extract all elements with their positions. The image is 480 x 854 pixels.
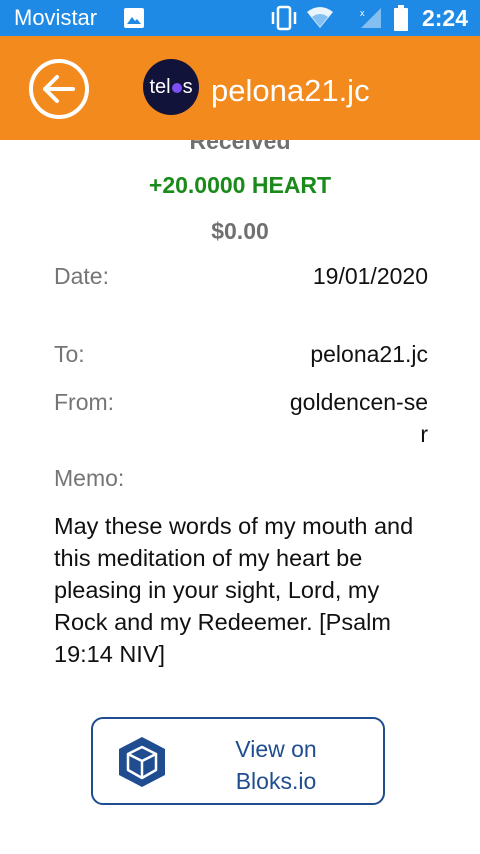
app-bar: tel s pelona21.jc xyxy=(0,36,480,140)
wifi-icon xyxy=(307,7,333,28)
signal-icon: x xyxy=(360,8,381,28)
token-amount: +20.0000 HEART xyxy=(148,172,332,198)
from-label: From: xyxy=(54,389,115,415)
date-label: Date: xyxy=(54,263,109,289)
vibrate-icon xyxy=(271,5,297,31)
transaction-type: Received xyxy=(189,140,291,154)
image-icon xyxy=(124,8,144,28)
usd-value: $0.00 xyxy=(211,218,269,244)
logo-text-left: tel xyxy=(149,75,171,98)
account-title: pelona21.jc xyxy=(211,73,370,108)
battery-icon xyxy=(394,5,408,31)
status-bar: Movistar x 2:24 xyxy=(0,0,480,36)
back-arrow-icon[interactable] xyxy=(28,58,90,120)
date-value: 19/01/2020 xyxy=(312,263,428,289)
svg-text:x: x xyxy=(360,8,365,18)
clock: 2:24 xyxy=(421,5,468,31)
telos-logo: tel s xyxy=(143,59,199,115)
from-value: goldencen-ser xyxy=(289,389,428,447)
bloks-button-label: View on Bloks.io xyxy=(235,736,317,794)
view-on-bloks-button[interactable]: View on Bloks.io xyxy=(91,717,385,805)
to-value: pelona21.jc xyxy=(310,341,428,367)
bloks-cube-icon xyxy=(119,737,165,787)
to-label: To: xyxy=(54,341,85,367)
transaction-details: Received +20.0000 HEART $0.00 Date: 19/0… xyxy=(0,140,480,854)
memo-text: May these words of my mouth and this med… xyxy=(54,513,414,667)
carrier-name: Movistar xyxy=(14,5,98,30)
logo-dot xyxy=(171,83,182,93)
logo-text-right: s xyxy=(182,75,193,98)
memo-label: Memo: xyxy=(54,465,125,491)
